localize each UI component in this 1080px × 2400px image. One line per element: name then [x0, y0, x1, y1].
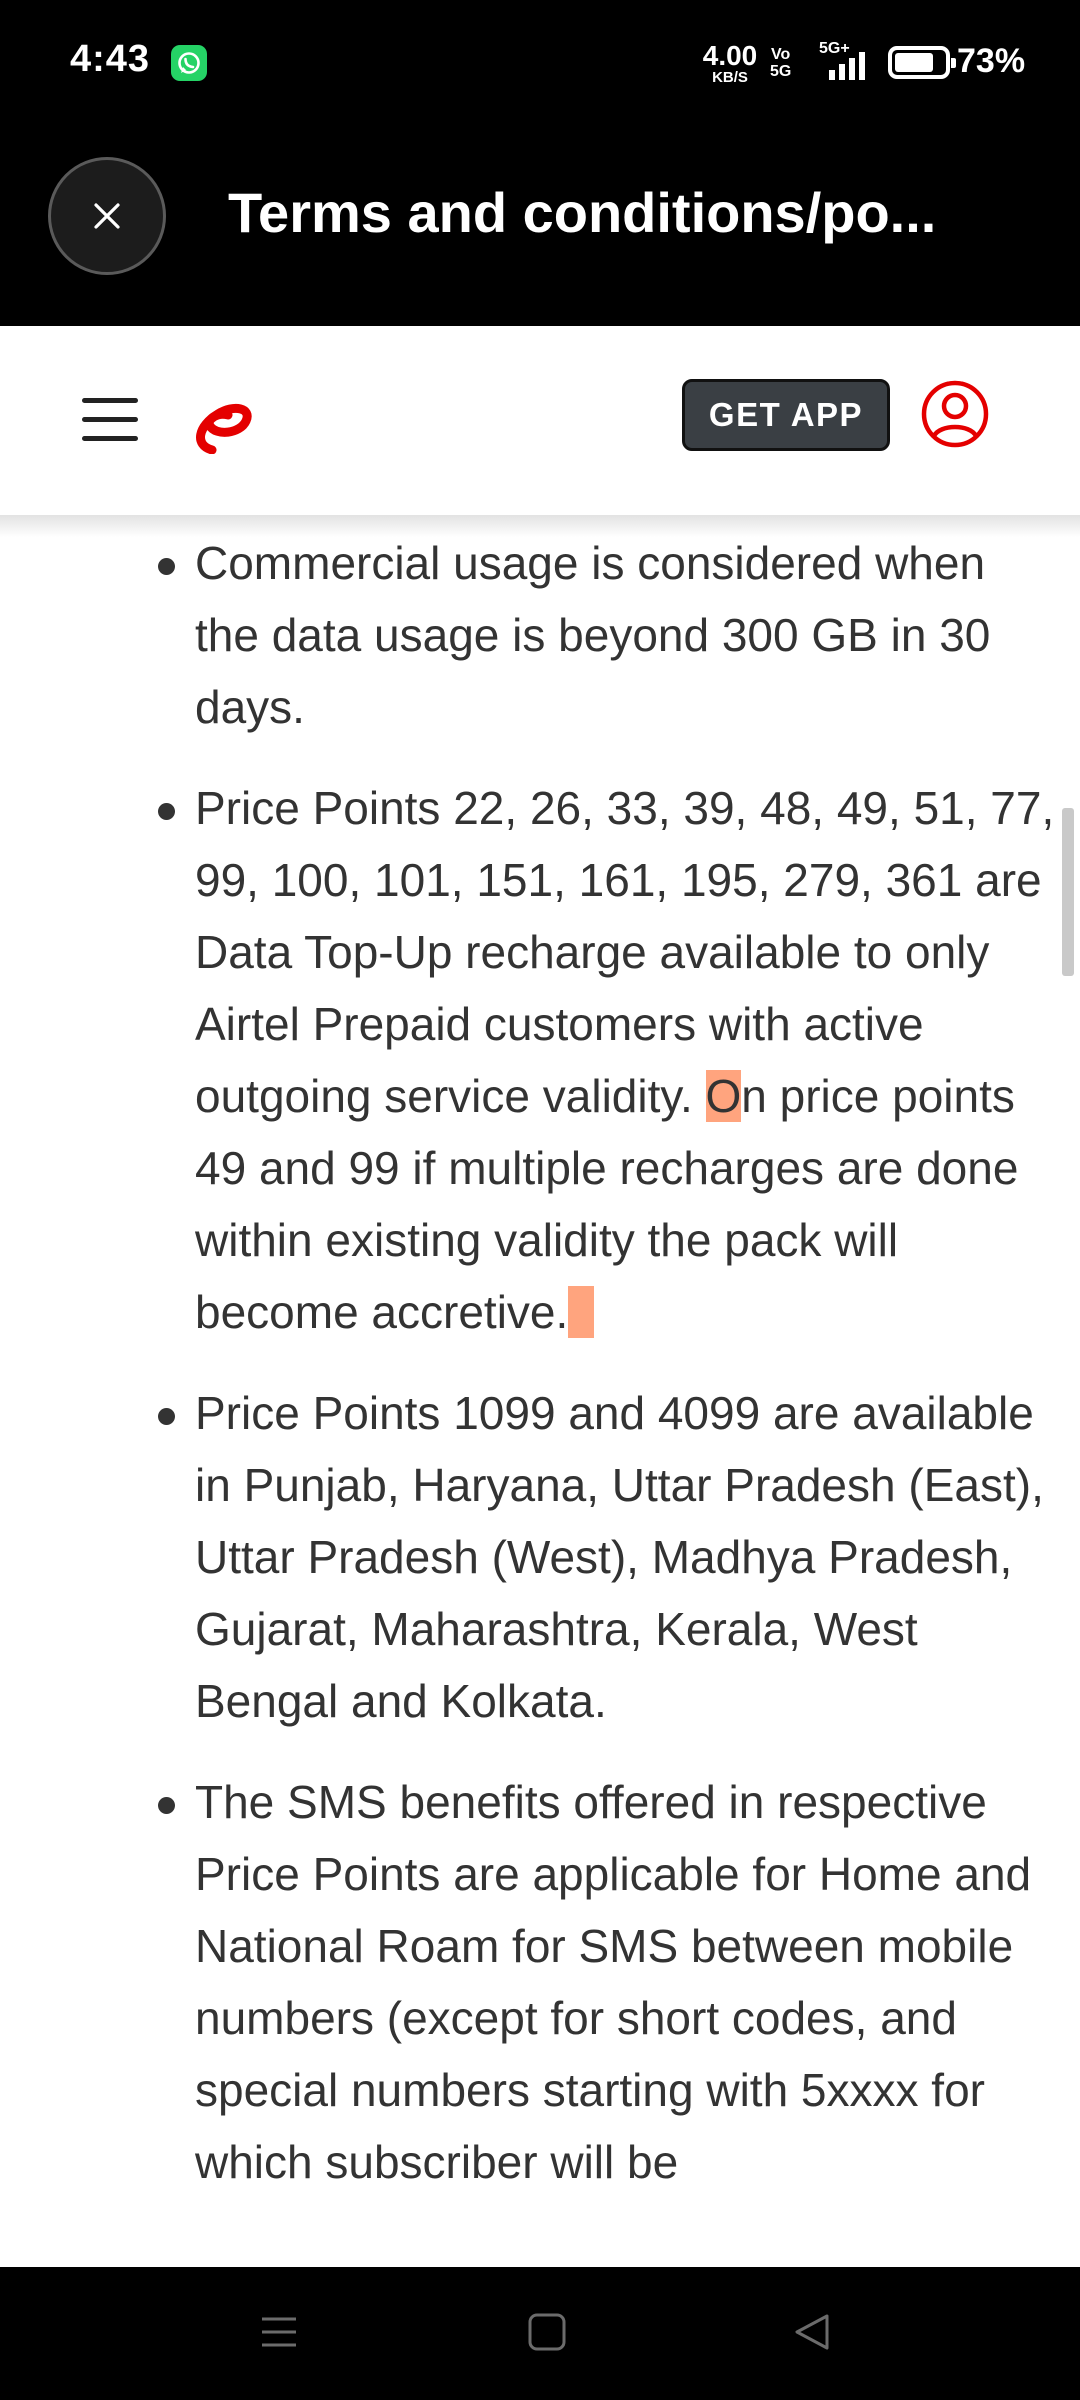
- user-profile-icon[interactable]: [920, 379, 990, 449]
- list-item: Price Points 1099 and 4099 are available…: [0, 1377, 1060, 1737]
- page-title: Terms and conditions/po...: [228, 181, 937, 244]
- volte-indicator: Vo 5G: [770, 46, 792, 80]
- bullet-dot: [158, 803, 175, 820]
- status-time: 4:43: [70, 38, 151, 80]
- signal-strength-icon: 5G+: [815, 40, 875, 82]
- hamburger-menu-icon[interactable]: [82, 398, 138, 442]
- whatsapp-icon: [171, 45, 207, 81]
- status-bar: 4:43 4.00 KB/S Vo 5G 5G+ 73%: [0, 0, 1080, 120]
- network-type-label: 5G+: [819, 40, 850, 57]
- home-square-icon[interactable]: [528, 2313, 566, 2351]
- system-nav-bar: [0, 2267, 1080, 2400]
- list-item-text: Price Points 22, 26, 33, 39, 48, 49, 51,…: [195, 782, 1054, 1338]
- back-triangle-icon[interactable]: [794, 2313, 830, 2351]
- list-item: Commercial usage is considered when the …: [0, 527, 1060, 743]
- network-speed-value: 4.00: [702, 40, 758, 71]
- list-item-text: The SMS benefits offered in respective P…: [195, 1776, 1032, 2188]
- recents-menu-icon[interactable]: [262, 2317, 296, 2347]
- scrollbar-thumb[interactable]: [1062, 808, 1074, 976]
- bullet-dot: [158, 1797, 175, 1814]
- list-item-text: Price Points 1099 and 4099 are available…: [195, 1387, 1044, 1727]
- airtel-logo-icon[interactable]: [190, 388, 256, 454]
- highlight-marker: [568, 1286, 594, 1338]
- get-app-button[interactable]: GET APP: [682, 379, 890, 451]
- terms-list: Commercial usage is considered when the …: [0, 527, 1060, 2227]
- webview-title-bar: Terms and conditions/po...: [0, 120, 1080, 326]
- terms-content: Commercial usage is considered when the …: [0, 515, 1080, 2267]
- highlighted-text: O: [705, 1070, 742, 1122]
- site-header: GET APP: [0, 326, 1080, 515]
- close-button[interactable]: [48, 157, 166, 275]
- battery-percent: 73%: [957, 42, 1026, 80]
- network-speed: 4.00 KB/S: [697, 40, 763, 86]
- network-speed-unit: KB/S: [712, 69, 748, 86]
- close-icon: [94, 203, 120, 229]
- bullet-dot: [158, 558, 175, 575]
- bullet-dot: [158, 1408, 175, 1425]
- battery-icon: [888, 46, 956, 79]
- list-item: Price Points 22, 26, 33, 39, 48, 49, 51,…: [0, 772, 1060, 1348]
- list-item-text: Commercial usage is considered when the …: [195, 537, 991, 733]
- list-item: The SMS benefits offered in respective P…: [0, 1766, 1060, 2198]
